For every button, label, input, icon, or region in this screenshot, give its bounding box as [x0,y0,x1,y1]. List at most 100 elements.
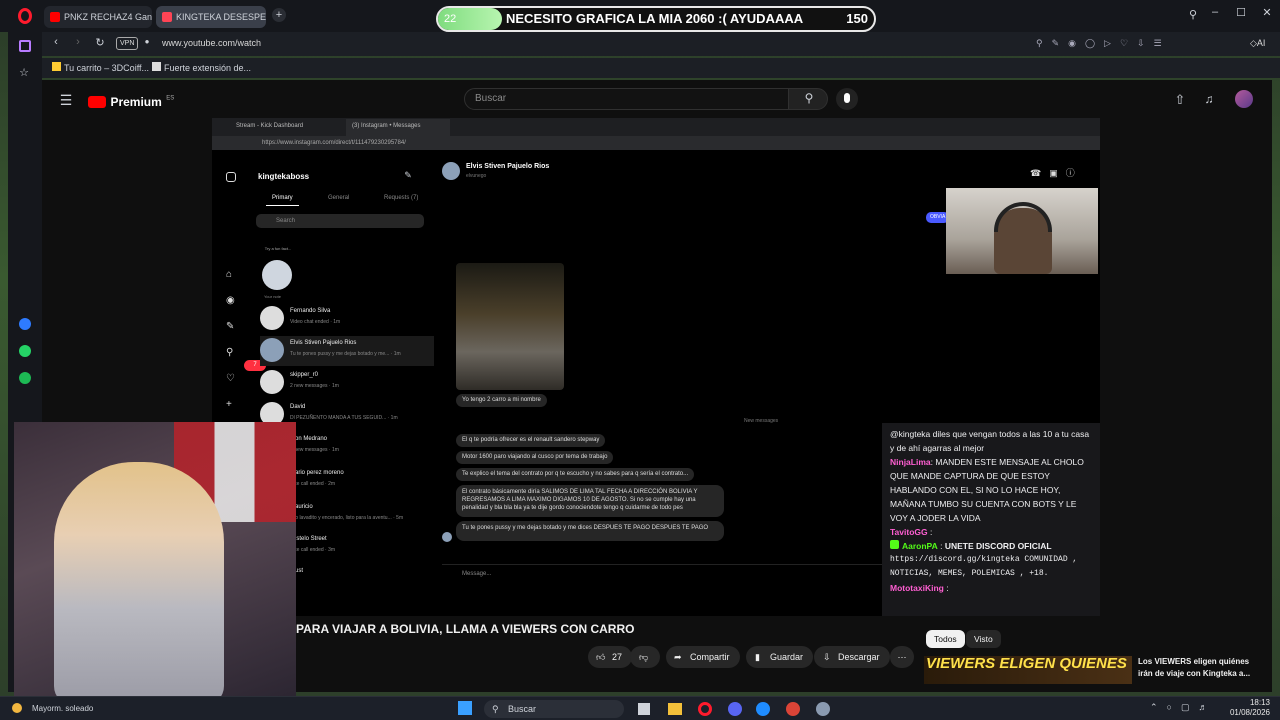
instagram-nav-icons: ⌂ ◉ ✎ ⚲ ♡ + [226,269,235,410]
back-icon[interactable]: ‹ [50,36,62,48]
chat-badge-icon [890,540,899,549]
star-icon[interactable]: ☆ [17,66,31,79]
ai-button[interactable]: ◇AI [1250,38,1265,49]
search-icon: ⚲ [492,704,499,714]
vpn-badge[interactable]: VPN [116,37,139,50]
lock-icon: ● [144,37,150,46]
maximize-button[interactable]: ☐ [1234,6,1248,19]
sender-avatar [442,532,452,542]
avatar [260,338,284,362]
new-tab-button[interactable]: + [272,8,286,22]
search-button[interactable]: ⚲ [788,88,828,110]
weather-text: Mayorm. soleado [32,704,94,713]
search-input[interactable]: Buscar [464,88,789,110]
note-label: Your note [264,294,281,299]
home-icon[interactable] [19,40,31,52]
message-bubble: Motor 1600 paro viajando al cusco por te… [456,451,614,464]
inner-tab: Stream - Kick Dashboard [236,123,304,129]
message-bubble: Te explico el tema del contrato por q te… [456,468,695,481]
chat-message: NinjaLima: MANDEN ESTE MENSAJE AL CHOLO … [890,457,1084,523]
message-bubble: Yo tengo 2 carro a mi nombre [456,394,547,407]
browser-tab[interactable]: PNKZ RECHAZ4 Ganar [44,6,152,28]
task-view-icon[interactable] [638,703,650,715]
search-icon: ⚲ [804,91,814,105]
banner-text: NECESITO GRAFICA LA MIA 2060 :( AYUDAAAA [506,11,804,26]
streamer-facecam [14,422,296,706]
opera-icon[interactable] [698,702,712,716]
discord-icon[interactable] [728,702,742,716]
bookmark-item[interactable]: Tu carrito – 3DCoiff... [52,62,149,73]
account-name: kingtekaboss [258,172,310,181]
more-button[interactable]: ⋯ [890,646,914,668]
start-icon[interactable] [458,701,472,715]
bookmark-icon: ▮ [755,652,760,662]
headphones-icon [994,202,1052,232]
forward-icon[interactable]: › [72,36,84,48]
opera-logo-icon[interactable] [18,8,32,24]
avatar [260,370,284,394]
spotify-icon[interactable] [19,372,31,384]
dislike-button[interactable]: 👎︎ [630,646,660,668]
chat-message: AaronPA : UNETE DISCORD OFICIAL [890,539,1092,553]
upload-icon[interactable]: ⇧ [1172,92,1188,108]
url-field[interactable]: www.youtube.com/watch [162,38,261,48]
youtube-logo[interactable]: Premium ES [88,93,174,109]
minimize-button[interactable]: – [1208,6,1222,18]
whatsapp-icon[interactable] [19,345,31,357]
taskbar-apps [638,700,834,718]
save-button[interactable]: ▮ Guardar [746,646,814,668]
stream-chat: @kingteka diles que vengan todos a las 1… [882,423,1100,616]
recommended-thumbnail[interactable]: VIEWERS ELIGEN QUIENES [924,656,1132,684]
browser-tab-active[interactable]: KINGTEKA DESESPER [156,6,266,28]
inner-browser-tabs: Stream - Kick Dashboard (3) Instagram • … [212,118,1100,136]
thumbs-down-icon: 👎︎ [639,652,649,662]
inbox-filter-general: General [328,195,350,201]
app-icon[interactable] [756,702,770,716]
bookmark-icon [152,62,161,71]
inner-address-bar: https://www.instagram.com/direct/t/11147… [212,136,1100,150]
chip-todos[interactable]: Todos [926,630,965,648]
bell-icon[interactable]: ♫ [1201,92,1217,106]
conversation-item: skipper_r0 2 new messages · 1m [260,368,430,398]
inner-url: https://www.instagram.com/direct/t/11147… [262,140,406,146]
chrome-icon[interactable] [786,702,800,716]
avatar[interactable] [1235,90,1253,108]
youtube-icon [50,12,60,22]
reload-icon[interactable]: ↻ [94,36,106,49]
compose-icon: ✎ [404,170,412,180]
download-icon: ⇩ [823,652,831,662]
messenger-icon[interactable] [19,318,31,330]
instagram-icon [226,172,236,182]
conversation-item: Fernando Silva Video chat ended · 1m [260,304,430,334]
like-button[interactable]: 👍︎ 27 [588,646,633,668]
note-avatar [262,260,292,290]
browser-tabbar: PNKZ RECHAZ4 Ganar KINGTEKA DESESPER + 2… [0,0,1280,32]
file-explorer-icon[interactable] [668,703,682,715]
contact-name: Elvis Stiven Pajuelo Rios [466,163,550,170]
share-button[interactable]: ➦ Compartir [666,646,740,668]
download-button[interactable]: ⇩ Descargar [814,646,890,668]
mic-button[interactable] [836,88,858,110]
contact-avatar [442,162,460,180]
menu-icon[interactable]: ☰ [58,92,74,109]
share-icon: ➦ [674,652,682,662]
recommended-title[interactable]: Los VIEWERS eligen quiénes irán de viaje… [1138,656,1256,680]
close-button[interactable]: ✕ [1260,6,1274,19]
address-bar: ‹ › ↻ VPN ● www.youtube.com/watch ⚲✎◉◯▷♡… [42,32,1280,56]
donation-banner: 22 NECESITO GRAFICA LA MIA 2060 :( AYUDA… [436,6,876,32]
message-bubble: El q te podría ofrecer es el renault san… [456,434,606,447]
taskbar-search[interactable]: ⚲ Buscar [484,700,624,718]
inbox-search: Search [256,214,424,228]
clock-date: 01/08/2026 [1229,708,1270,717]
new-messages-label: New messages [744,418,779,424]
search-icon[interactable]: ⚲ [1186,8,1200,21]
chip-visto[interactable]: Visto [966,630,1001,648]
bookmark-item[interactable]: Fuerte extensión de... [152,62,251,73]
settings-icon[interactable] [816,702,830,716]
tray-icons: ⌃○▢♬ [1150,702,1217,712]
message-bubble: El contrato básicamente diría SALIMOS DE… [456,485,724,517]
message-bubble: Tu te pones pussy y me dejas botado y me… [456,521,724,541]
youtube-play-icon [88,95,106,108]
chat-message: TavitoGG : [890,527,933,537]
mic-icon [844,93,850,103]
